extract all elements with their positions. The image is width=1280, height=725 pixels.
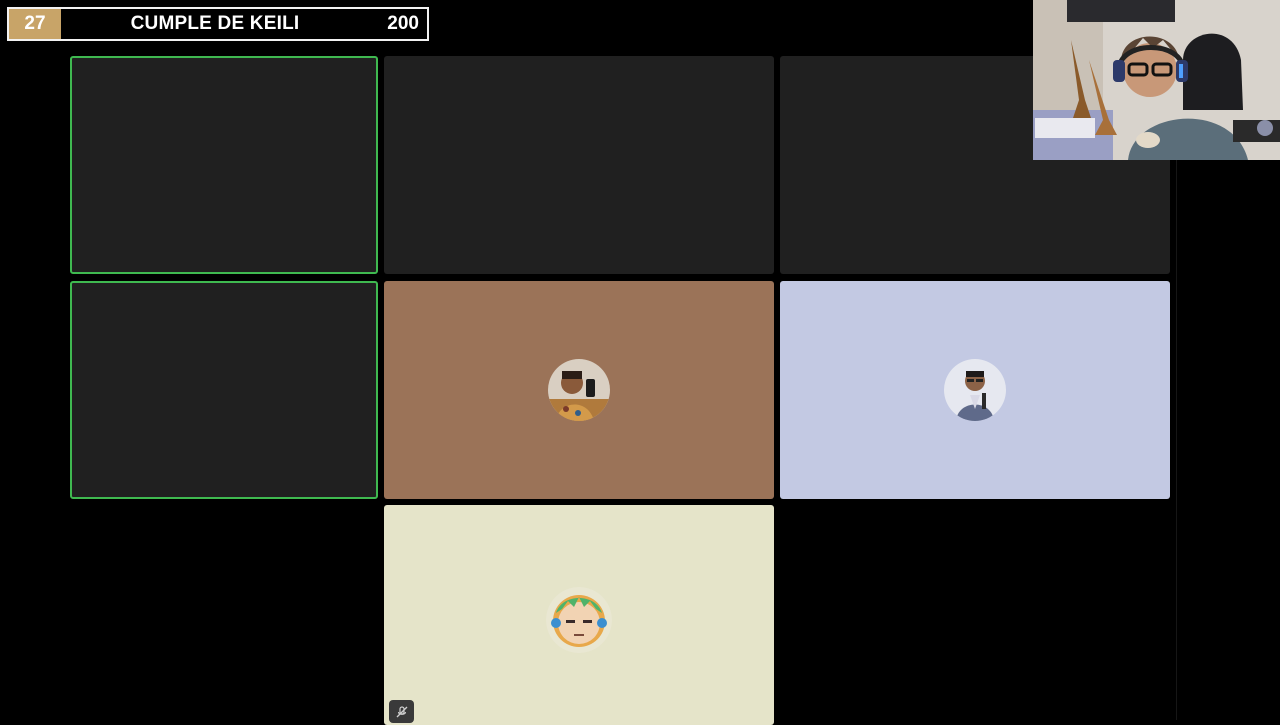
streamer-webcam-icon [1033, 0, 1280, 160]
participant-tile[interactable] [384, 505, 774, 725]
participant-tile[interactable] [384, 56, 774, 274]
participant-tile[interactable] [780, 281, 1170, 499]
anime-avatar-icon [546, 587, 612, 653]
participant-photo-icon [944, 359, 1006, 421]
score-banner: 27 CUMPLE DE KEILI 200 [7, 7, 429, 41]
participant-tile[interactable] [70, 56, 378, 274]
participant-photo-icon [548, 359, 610, 421]
banner-score: 200 [387, 13, 419, 34]
layout-divider [1176, 160, 1177, 720]
participant-tile[interactable] [70, 281, 378, 499]
banner-title: CUMPLE DE KEILI [130, 13, 300, 34]
participant-tile[interactable] [384, 281, 774, 499]
banner-count: 27 [9, 9, 61, 39]
